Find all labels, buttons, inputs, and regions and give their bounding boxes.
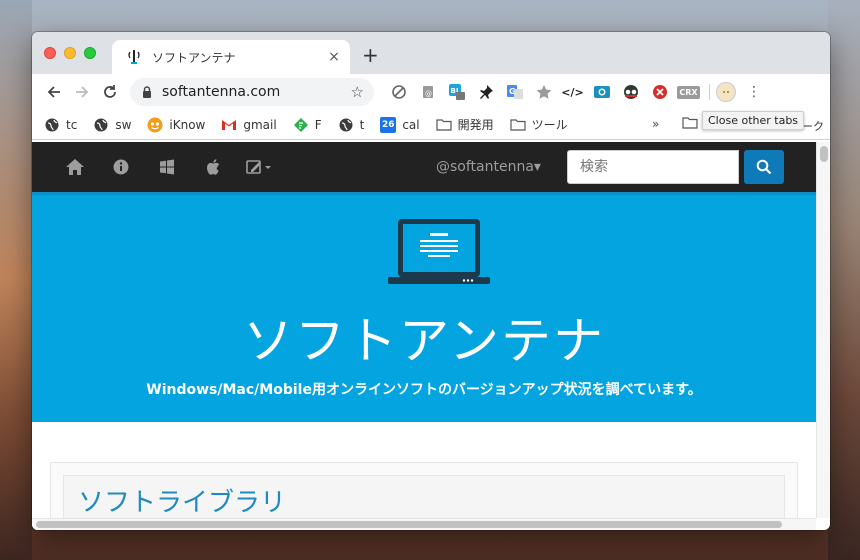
browser-window: ソフトアンテナ × + softantenna.com ☆ @ BL G </>…	[32, 32, 830, 530]
address-bar[interactable]: softantenna.com ☆	[130, 78, 374, 106]
desktop-wallpaper-left	[0, 0, 32, 560]
code-extension-icon[interactable]: </>	[558, 81, 587, 103]
extensions-bar: @ BL G </> CRX ⋮	[384, 81, 764, 103]
new-tab-button[interactable]: +	[362, 45, 379, 65]
tab-title: ソフトアンテナ	[152, 50, 236, 65]
folder-icon	[510, 117, 526, 133]
account-dropdown[interactable]: @softantenna▾	[436, 159, 541, 175]
desktop-wallpaper-right	[828, 0, 860, 560]
bookmark-label: gmail	[243, 117, 277, 132]
bookmark-label: F	[314, 117, 322, 132]
note-extension-icon[interactable]: @	[413, 81, 442, 103]
site-search-button[interactable]	[744, 150, 784, 184]
svg-text:@: @	[425, 90, 432, 98]
calendar-icon: 26	[380, 116, 397, 133]
toolbar-separator	[709, 84, 710, 100]
other-bookmarks-label: ーク	[802, 120, 824, 133]
crx-extension-icon[interactable]: CRX	[674, 81, 703, 103]
site-search-input[interactable]	[567, 150, 739, 184]
bookmark-t[interactable]: t	[338, 117, 365, 133]
iknow-icon	[147, 117, 163, 133]
bookmark-label: sw	[115, 117, 132, 132]
edit-dropdown-icon[interactable]	[236, 142, 282, 192]
profile-avatar-icon[interactable]	[716, 82, 736, 102]
url-text: softantenna.com	[162, 84, 281, 100]
spy-extension-icon[interactable]	[616, 81, 645, 103]
folder-icon	[436, 117, 452, 133]
back-button[interactable]	[40, 78, 68, 106]
star-extension-icon[interactable]	[529, 81, 558, 103]
bookmark-gmail[interactable]: gmail	[221, 117, 277, 133]
tooltip: Close other tabs	[702, 111, 805, 130]
chrome-menu-icon[interactable]: ⋮	[744, 85, 764, 99]
stop-extension-icon[interactable]	[645, 81, 674, 103]
tab-close-icon[interactable]: ×	[326, 49, 342, 65]
bookmark-sw[interactable]: sw	[93, 117, 131, 133]
bookmarks-overflow-button[interactable]: »	[652, 117, 659, 131]
camera-extension-icon[interactable]	[587, 81, 616, 103]
hero-title: ソフトアンテナ	[243, 312, 605, 370]
home-icon[interactable]	[52, 142, 98, 192]
horizontal-scroll-thumb[interactable]	[36, 521, 782, 528]
main-content: ソフトライブラリ	[32, 422, 816, 530]
bookmark-label: iKnow	[169, 117, 206, 132]
bl-extension-icon[interactable]: BL	[442, 81, 471, 103]
bookmark-label: tc	[66, 117, 78, 132]
maximize-window-button[interactable]	[84, 47, 96, 59]
hero-subtitle: Windows/Mac/Mobile用オンラインソフトのバージョンアップ状況を調…	[146, 382, 702, 398]
windows-icon[interactable]	[144, 142, 190, 192]
bookmark-iknow[interactable]: iKnow	[147, 117, 205, 133]
bookmark-folder-tools[interactable]: ツール	[510, 116, 568, 133]
bookmark-label: t	[359, 117, 365, 132]
bookmark-label: cal	[402, 117, 420, 132]
hero-banner: ソフトアンテナ Windows/Mac/Mobile用オンラインソフトのバージョ…	[32, 192, 816, 422]
lock-icon	[143, 86, 151, 98]
bookmark-tc[interactable]: tc	[44, 117, 77, 133]
search-icon	[756, 159, 772, 175]
minimize-window-button[interactable]	[64, 47, 76, 59]
bookmark-label: ツール	[531, 118, 568, 132]
bookmark-star-icon[interactable]: ☆	[351, 83, 364, 101]
close-window-button[interactable]	[44, 47, 56, 59]
reload-icon	[104, 85, 116, 98]
arrow-left-icon	[47, 86, 60, 98]
other-bookmarks-folder-icon[interactable]	[682, 116, 698, 129]
globe-icon	[44, 117, 60, 133]
laptop-icon	[388, 219, 490, 284]
bookmark-cal[interactable]: 26 cal	[380, 116, 420, 133]
tab-strip: ソフトアンテナ × +	[32, 32, 830, 74]
page-viewport: @softantenna▾ ソフトアンテナ Windows/Mac/	[32, 142, 816, 530]
forward-button[interactable]	[68, 78, 96, 106]
pin-extension-icon[interactable]	[471, 81, 500, 103]
apple-icon[interactable]	[190, 142, 236, 192]
reload-button[interactable]	[96, 78, 124, 106]
crx-label: CRX	[677, 85, 700, 99]
translate-extension-icon[interactable]: G	[500, 81, 529, 103]
block-extension-icon[interactable]	[384, 81, 413, 103]
calendar-day: 26	[382, 119, 395, 130]
globe-icon	[93, 117, 109, 133]
feedly-icon	[293, 117, 309, 133]
vertical-scroll-thumb[interactable]	[820, 146, 828, 162]
arrow-right-icon	[76, 86, 89, 98]
vertical-scrollbar[interactable]	[816, 142, 830, 518]
bookmark-f[interactable]: F	[293, 117, 322, 133]
globe-icon	[338, 117, 354, 133]
window-controls	[44, 47, 96, 59]
gmail-icon	[221, 117, 237, 133]
site-navbar: @softantenna▾	[32, 142, 816, 192]
section-title: ソフトライブラリ	[78, 488, 287, 518]
bookmark-folder-dev[interactable]: 開発用	[436, 116, 494, 133]
bookmark-label: 開発用	[457, 118, 494, 132]
antenna-favicon-icon	[126, 49, 142, 65]
tab-softantenna[interactable]: ソフトアンテナ ×	[112, 40, 350, 74]
horizontal-scrollbar[interactable]	[32, 518, 816, 530]
browser-toolbar: softantenna.com ☆ @ BL G </> CRX ⋮	[32, 74, 830, 110]
info-icon[interactable]	[98, 142, 144, 192]
